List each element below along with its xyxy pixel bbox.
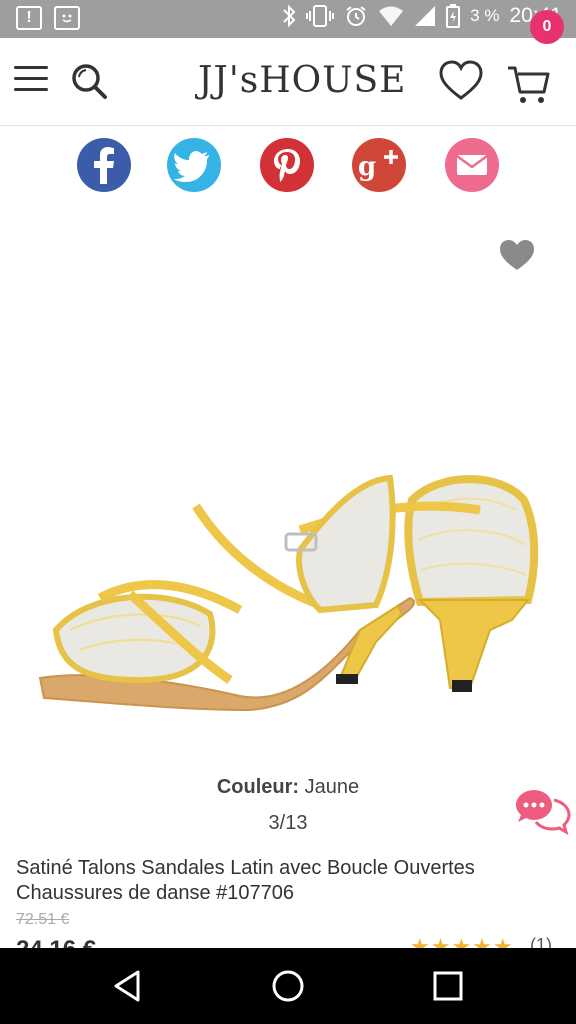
vibrate-icon: [306, 5, 335, 27]
chat-icon[interactable]: [514, 786, 572, 838]
alert-icon: !: [16, 6, 42, 30]
email-icon[interactable]: [445, 138, 499, 192]
search-icon[interactable]: [68, 60, 110, 102]
bluetooth-icon: [283, 4, 296, 28]
image-counter: 3/13: [268, 812, 308, 834]
cart-count-badge: 0: [530, 10, 564, 44]
recents-icon[interactable]: [428, 966, 468, 1006]
system-nav-bar: [0, 948, 576, 1024]
app-bar: JJ'sHOUSE: [0, 38, 576, 126]
signal-icon: [415, 6, 436, 26]
face-icon: [54, 6, 80, 30]
alarm-icon: [346, 6, 366, 26]
color-value: Jaune: [304, 776, 360, 798]
status-bar: ! 3 % 20:41: [0, 0, 576, 38]
pinterest-icon[interactable]: [260, 138, 314, 192]
google-plus-icon[interactable]: g: [352, 138, 406, 192]
cart-icon[interactable]: [506, 62, 552, 106]
price-rating-row: 24.16 € ★★★★★ (1): [0, 934, 576, 948]
color-line: Couleur: Jaune: [0, 776, 576, 799]
menu-icon[interactable]: [14, 66, 48, 96]
facebook-icon[interactable]: [77, 138, 131, 192]
battery-icon: [446, 4, 461, 28]
wifi-icon: [379, 6, 404, 26]
product-title: Satiné Talons Sandales Latin avec Boucle…: [16, 857, 475, 904]
share-row: g: [0, 138, 576, 198]
jjshouse-logo[interactable]: JJ'sHOUSE: [198, 58, 405, 104]
product-image[interactable]: [0, 210, 576, 770]
current-price: 24.16 €: [16, 936, 96, 948]
favorite-icon[interactable]: [498, 238, 536, 272]
review-count[interactable]: (1): [530, 935, 552, 948]
heart-icon[interactable]: [438, 60, 484, 102]
original-price: 72.51 €: [16, 911, 70, 928]
home-icon[interactable]: [268, 966, 308, 1006]
back-icon[interactable]: [108, 966, 148, 1006]
battery-percent: 3 %: [470, 6, 500, 25]
rating-stars[interactable]: ★★★★★: [410, 934, 514, 948]
color-label: Couleur:: [216, 776, 300, 798]
twitter-icon[interactable]: [167, 138, 221, 192]
svg-text:g: g: [358, 152, 376, 182]
